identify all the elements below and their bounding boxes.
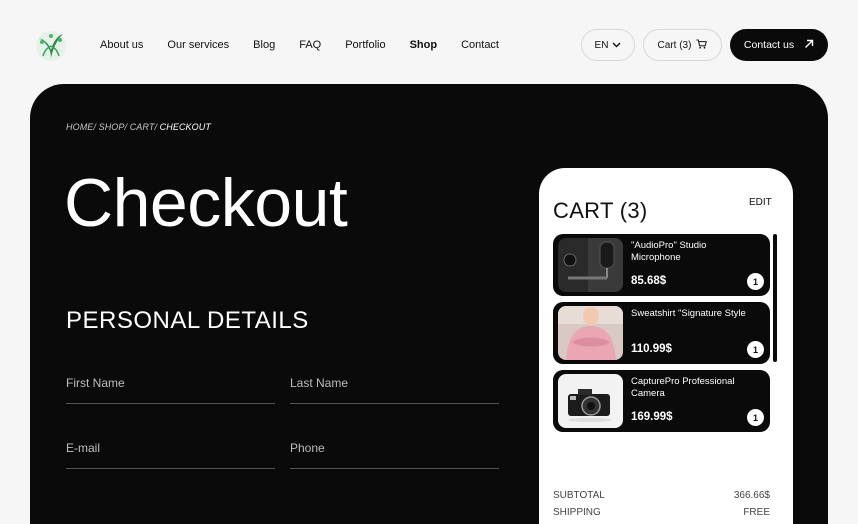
nav-blog[interactable]: Blog <box>253 39 275 51</box>
cart-item[interactable]: "AudioPro" Studio Microphone 85.68$ 1 <box>553 234 770 296</box>
breadcrumb: HOME/ SHOP/ CART/ CHECKOUT <box>66 122 211 132</box>
language-label: EN <box>594 39 609 51</box>
contact-us-button[interactable]: Contact us <box>730 29 828 61</box>
last-name-field[interactable] <box>290 374 499 404</box>
first-name-field[interactable] <box>66 374 275 404</box>
nav-about-us[interactable]: About us <box>100 39 143 51</box>
nav-shop[interactable]: Shop <box>410 39 438 51</box>
contact-us-label: Contact us <box>743 39 795 51</box>
cart-item-quantity: 1 <box>747 409 764 426</box>
cart-item-quantity: 1 <box>747 273 764 290</box>
cart-scrollbar[interactable] <box>773 234 777 362</box>
shipping-label: SHIPPING <box>553 507 601 518</box>
subtotal-label: SUBTOTAL <box>553 490 605 501</box>
cart-item-name: Sweatshirt "Signature Style <box>631 308 746 319</box>
shopping-cart-icon <box>696 39 708 52</box>
cart-item-price: 110.99$ <box>631 343 672 355</box>
sweatshirt-product-image <box>558 306 623 360</box>
cart-item[interactable]: CapturePro Professional Camera 169.99$ 1 <box>553 370 770 432</box>
last-name-input[interactable] <box>290 376 499 390</box>
cart-button-label: Cart (3) <box>657 39 692 51</box>
leaf-sprout-logo-icon[interactable] <box>33 28 69 62</box>
chevron-down-icon <box>612 40 621 51</box>
subtotal-value: 366.66$ <box>733 490 770 501</box>
nav-faq[interactable]: FAQ <box>299 39 321 51</box>
email-field[interactable] <box>66 439 275 469</box>
cart-item-name: CapturePro Professional Camera <box>631 376 735 399</box>
subtotal-row: SUBTOTAL 366.66$ <box>553 490 770 501</box>
shipping-row: SHIPPING FREE <box>553 507 770 518</box>
phone-field[interactable] <box>290 439 499 469</box>
language-selector[interactable]: EN <box>581 29 635 61</box>
cart-item-price: 169.99$ <box>631 411 673 423</box>
nav-portfolio[interactable]: Portfolio <box>345 39 385 51</box>
cart-item[interactable]: Sweatshirt "Signature Style 110.99$ 1 <box>553 302 770 364</box>
nav-our-services[interactable]: Our services <box>167 39 229 51</box>
cart-item-name: "AudioPro" Studio Microphone <box>631 240 707 263</box>
cart-edit-button[interactable]: EDIT <box>749 197 772 208</box>
main-nav: About us Our services Blog FAQ Portfolio… <box>100 39 523 51</box>
site-header: About us Our services Blog FAQ Portfolio… <box>0 0 858 88</box>
camera-product-image <box>558 374 623 428</box>
personal-details-heading: PERSONAL DETAILS <box>66 307 309 334</box>
phone-input[interactable] <box>290 441 499 455</box>
cart-item-quantity: 1 <box>747 341 764 358</box>
nav-contact[interactable]: Contact <box>461 39 499 51</box>
breadcrumb-current: CHECKOUT <box>159 122 211 132</box>
shipping-value: FREE <box>743 507 770 518</box>
cart-summary-card: CART (3) EDIT "AudioPro" Studio Micropho… <box>539 168 793 524</box>
email-input[interactable] <box>66 441 275 455</box>
cart-item-price: 85.68$ <box>631 275 667 287</box>
breadcrumb-path[interactable]: HOME/ SHOP/ CART/ <box>66 122 157 132</box>
first-name-input[interactable] <box>66 376 275 390</box>
arrow-up-right-icon <box>804 39 814 52</box>
cart-title: CART (3) <box>553 198 648 223</box>
page-title: Checkout <box>64 165 348 241</box>
microphone-product-image <box>558 238 623 292</box>
cart-button[interactable]: Cart (3) <box>643 29 722 61</box>
